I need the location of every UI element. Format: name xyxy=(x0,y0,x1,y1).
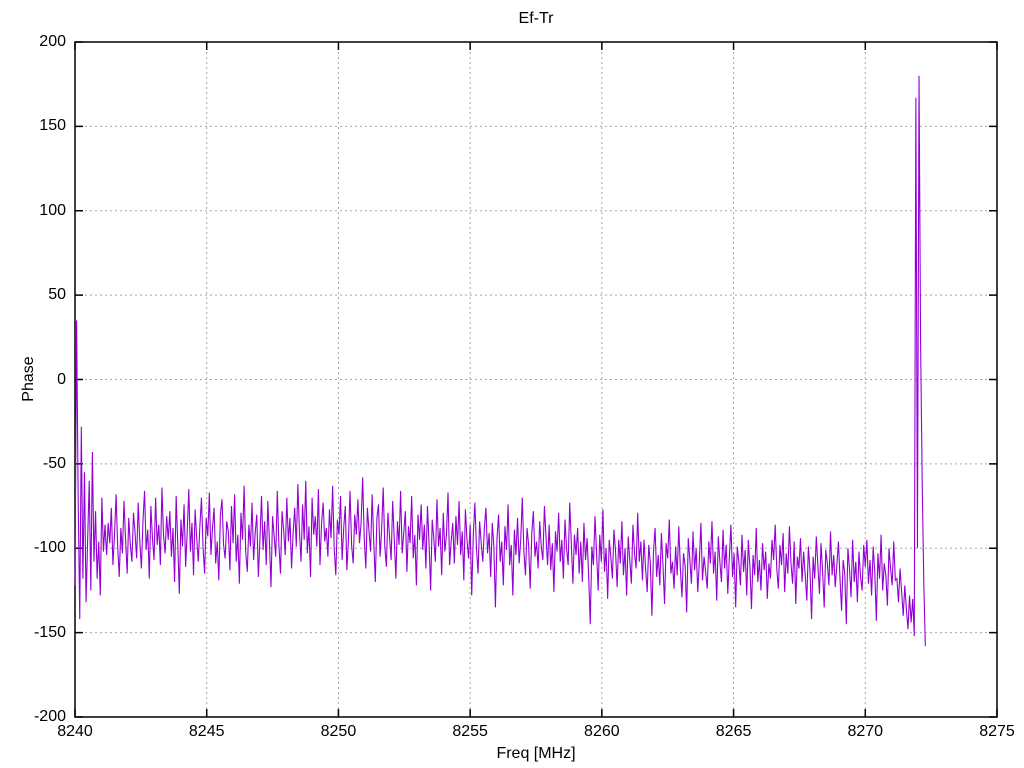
x-tick-label: 8250 xyxy=(320,723,357,740)
x-tick-label: 8260 xyxy=(584,723,620,740)
x-tick-label: 8275 xyxy=(979,723,1015,740)
gnuplot-window: Ef-Tr Phase Freq [MHz] -200 -150 -100 -50 0 5… xyxy=(0,0,1024,768)
y-tick-label: -150 xyxy=(33,623,66,641)
phase-trace xyxy=(74,75,926,647)
y-tick-label: 50 xyxy=(48,286,66,304)
y-tick-label: 150 xyxy=(39,117,66,135)
x-axis-label: Freq [MHz] xyxy=(496,745,576,762)
y-tick-label: 100 xyxy=(39,201,66,219)
plot-area xyxy=(74,41,998,718)
x-tick-label: 8245 xyxy=(188,723,225,740)
x-tick-label: 8240 xyxy=(57,723,93,740)
y-tick-label: -50 xyxy=(42,454,66,472)
x-tick-label: 8270 xyxy=(847,723,884,740)
x-tick-label: 8255 xyxy=(452,723,488,740)
y-tick-label: 200 xyxy=(39,33,66,50)
y-tick-label: 0 xyxy=(57,370,66,388)
y-tick-label: -100 xyxy=(33,539,66,557)
chart-title: Ef-Tr xyxy=(518,10,554,27)
x-tick-label: 8265 xyxy=(715,723,752,740)
